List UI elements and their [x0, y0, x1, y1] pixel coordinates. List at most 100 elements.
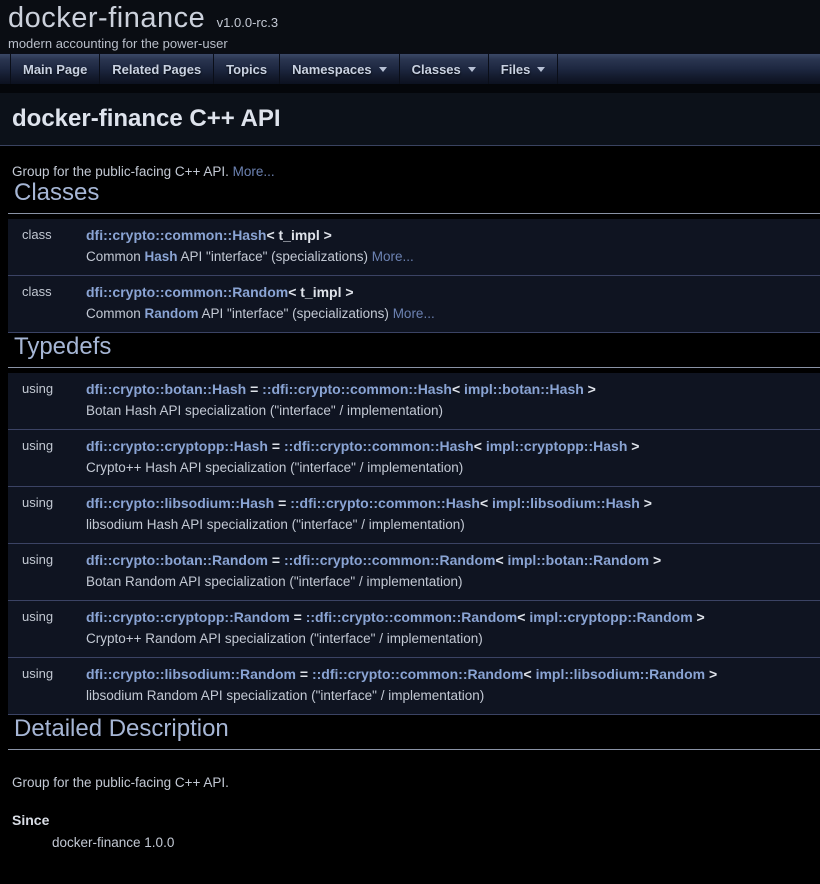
table-row: using dfi::crypto::libsodium::Hash = ::d… — [8, 486, 820, 543]
member-cell: dfi::crypto::cryptopp::Random = ::dfi::c… — [86, 607, 820, 650]
chevron-down-icon — [468, 67, 476, 72]
member-cell: dfi::crypto::libsodium::Random = ::dfi::… — [86, 664, 820, 707]
nav-divider — [0, 84, 820, 93]
member-kind: using — [8, 550, 86, 593]
page-title-band: docker-finance C++ API — [0, 93, 820, 146]
table-row: using dfi::crypto::cryptopp::Hash = ::df… — [8, 429, 820, 486]
chevron-down-icon — [537, 67, 545, 72]
angle-open: < — [480, 495, 492, 511]
typedef-link[interactable]: dfi::crypto::libsodium::Random — [86, 666, 296, 682]
base-type-link[interactable]: ::dfi::crypto::common::Random — [312, 666, 524, 682]
project-version: v1.0.0-rc.3 — [217, 15, 278, 30]
table-row: class dfi::crypto::common::Random< t_imp… — [8, 275, 820, 332]
since-label: Since — [12, 812, 820, 828]
nav-tab-topics[interactable]: Topics — [214, 54, 280, 84]
member-title: dfi::crypto::common::Random< t_impl > — [86, 282, 820, 303]
impl-type-link[interactable]: impl::botan::Hash — [464, 381, 584, 397]
template-suffix: < t_impl > — [266, 227, 331, 243]
nav-tab-related-pages[interactable]: Related Pages — [100, 54, 214, 84]
typedef-link[interactable]: dfi::crypto::libsodium::Hash — [86, 495, 274, 511]
summary-more-link[interactable]: More... — [233, 164, 275, 179]
more-link[interactable]: More... — [393, 306, 435, 321]
since-section: Since docker-finance 1.0.0 — [12, 812, 820, 850]
member-kind: using — [8, 436, 86, 479]
impl-type-link[interactable]: impl::cryptopp::Random — [529, 609, 692, 625]
member-cell: dfi::crypto::libsodium::Hash = ::dfi::cr… — [86, 493, 820, 536]
nav-tab-classes[interactable]: Classes — [400, 54, 489, 84]
table-row: using dfi::crypto::libsodium::Random = :… — [8, 657, 820, 714]
member-cell: dfi::crypto::botan::Hash = ::dfi::crypto… — [86, 379, 820, 422]
typedefs-table: using dfi::crypto::botan::Hash = ::dfi::… — [8, 373, 820, 715]
member-cell: dfi::crypto::common::Hash< t_impl > Comm… — [86, 225, 820, 268]
angle-open: < — [495, 552, 507, 568]
member-description: Botan Random API specialization ("interf… — [86, 571, 820, 593]
class-link[interactable]: Random — [145, 306, 199, 321]
typedef-link[interactable]: dfi::crypto::cryptopp::Hash — [86, 438, 268, 454]
contents: Group for the public-facing C++ API. Mor… — [0, 146, 820, 850]
typedef-link[interactable]: dfi::crypto::botan::Random — [86, 552, 268, 568]
project-header: docker-finance v1.0.0-rc.3 modern accoun… — [0, 0, 820, 53]
nav-tab-main-page[interactable]: Main Page — [10, 54, 100, 84]
since-value: docker-finance 1.0.0 — [52, 835, 820, 850]
table-row: class dfi::crypto::common::Hash< t_impl … — [8, 219, 820, 275]
equals-sign: = — [268, 552, 284, 568]
angle-open: < — [517, 609, 529, 625]
table-row: using dfi::crypto::botan::Hash = ::dfi::… — [8, 373, 820, 429]
template-suffix: < t_impl > — [288, 284, 353, 300]
member-title: dfi::crypto::botan::Random = ::dfi::cryp… — [86, 550, 820, 571]
impl-type-link[interactable]: impl::cryptopp::Hash — [486, 438, 628, 454]
member-description: Crypto++ Random API specialization ("int… — [86, 628, 820, 650]
member-title: dfi::crypto::botan::Hash = ::dfi::crypto… — [86, 379, 820, 400]
angle-close: > — [693, 609, 705, 625]
project-title-row: docker-finance v1.0.0-rc.3 — [8, 2, 820, 35]
impl-type-link[interactable]: impl::botan::Random — [508, 552, 650, 568]
desc-text: Common — [86, 249, 145, 264]
desc-text: API "interface" (specializations) — [199, 306, 393, 321]
base-type-link[interactable]: ::dfi::crypto::common::Hash — [262, 381, 452, 397]
group-summary: Group for the public-facing C++ API. Mor… — [12, 164, 820, 179]
member-cell: dfi::crypto::common::Random< t_impl > Co… — [86, 282, 820, 325]
group-summary-text: Group for the public-facing C++ API. — [12, 164, 229, 179]
impl-type-link[interactable]: impl::libsodium::Hash — [492, 495, 640, 511]
typedef-link[interactable]: dfi::crypto::cryptopp::Random — [86, 609, 290, 625]
class-link[interactable]: dfi::crypto::common::Hash — [86, 227, 266, 243]
angle-close: > — [627, 438, 639, 454]
detailed-description-text: Group for the public-facing C++ API. — [12, 775, 820, 790]
angle-open: < — [452, 381, 464, 397]
more-link[interactable]: More... — [372, 249, 414, 264]
angle-close: > — [584, 381, 596, 397]
classes-heading: Classes — [8, 179, 820, 214]
member-cell: dfi::crypto::cryptopp::Hash = ::dfi::cry… — [86, 436, 820, 479]
angle-close: > — [649, 552, 661, 568]
typedefs-heading: Typedefs — [8, 333, 820, 368]
member-kind: using — [8, 664, 86, 707]
base-type-link[interactable]: ::dfi::crypto::common::Random — [284, 552, 496, 568]
member-description: libsodium Hash API specialization ("inte… — [86, 514, 820, 536]
nav-tab-label: Files — [501, 62, 531, 77]
nav-tab-label: Namespaces — [292, 62, 372, 77]
member-kind: using — [8, 379, 86, 422]
member-kind: using — [8, 493, 86, 536]
equals-sign: = — [296, 666, 312, 682]
base-type-link[interactable]: ::dfi::crypto::common::Hash — [284, 438, 474, 454]
angle-open: < — [474, 438, 486, 454]
project-brief: modern accounting for the power-user — [8, 36, 820, 51]
typedef-link[interactable]: dfi::crypto::botan::Hash — [86, 381, 246, 397]
class-link[interactable]: dfi::crypto::common::Random — [86, 284, 288, 300]
equals-sign: = — [268, 438, 284, 454]
base-type-link[interactable]: ::dfi::crypto::common::Hash — [290, 495, 480, 511]
base-type-link[interactable]: ::dfi::crypto::common::Random — [306, 609, 518, 625]
detailed-description-heading: Detailed Description — [8, 715, 820, 750]
nav-tab-namespaces[interactable]: Namespaces — [280, 54, 400, 84]
member-title: dfi::crypto::cryptopp::Hash = ::dfi::cry… — [86, 436, 820, 457]
equals-sign: = — [290, 609, 306, 625]
member-description: Common Random API "interface" (specializ… — [86, 303, 820, 325]
member-title: dfi::crypto::cryptopp::Random = ::dfi::c… — [86, 607, 820, 628]
nav-tab-label: Related Pages — [112, 62, 201, 77]
nav-tab-label: Main Page — [23, 62, 87, 77]
class-link[interactable]: Hash — [145, 249, 178, 264]
desc-text: API "interface" (specializations) — [178, 249, 372, 264]
nav-tab-files[interactable]: Files — [489, 54, 559, 84]
impl-type-link[interactable]: impl::libsodium::Random — [536, 666, 706, 682]
member-cell: dfi::crypto::botan::Random = ::dfi::cryp… — [86, 550, 820, 593]
